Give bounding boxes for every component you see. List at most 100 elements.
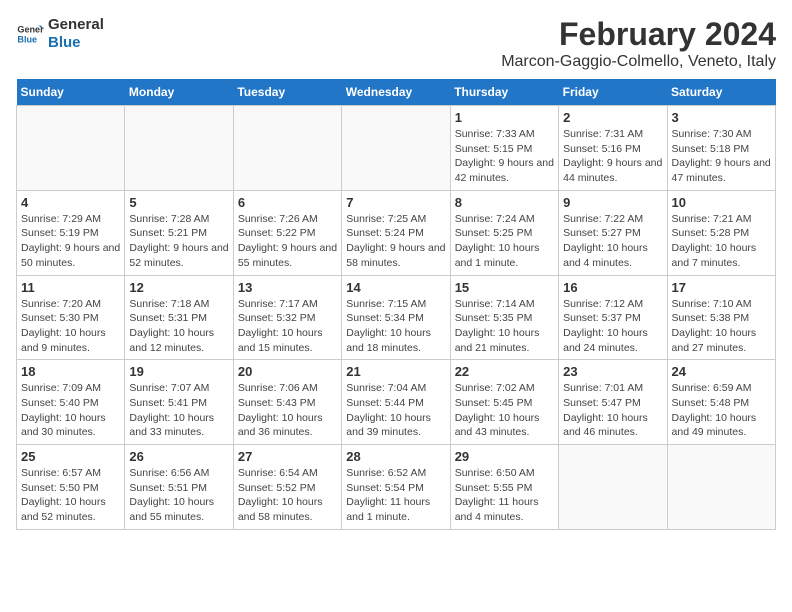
day-number: 3 bbox=[672, 110, 771, 125]
weekday-header-tuesday: Tuesday bbox=[233, 79, 341, 106]
calendar-cell: 23 Sunrise: 7:01 AM Sunset: 5:47 PM Dayli… bbox=[559, 360, 667, 445]
day-number: 24 bbox=[672, 364, 771, 379]
day-info: Sunrise: 7:24 AM Sunset: 5:25 PM Dayligh… bbox=[455, 212, 554, 271]
calendar-cell: 1 Sunrise: 7:33 AM Sunset: 5:15 PM Daylig… bbox=[450, 106, 558, 191]
calendar-cell: 28 Sunrise: 6:52 AM Sunset: 5:54 PM Dayli… bbox=[342, 445, 450, 530]
weekday-header-sunday: Sunday bbox=[17, 79, 125, 106]
day-info: Sunrise: 7:21 AM Sunset: 5:28 PM Dayligh… bbox=[672, 212, 771, 271]
logo-text-blue: Blue bbox=[48, 34, 104, 52]
day-number: 4 bbox=[21, 195, 120, 210]
calendar-cell: 25Sunrise: 6:57 AM Sunset: 5:50 PM Dayli… bbox=[17, 445, 125, 530]
day-info: Sunrise: 7:28 AM Sunset: 5:21 PM Dayligh… bbox=[129, 212, 228, 271]
day-info: Sunrise: 7:29 AM Sunset: 5:19 PM Dayligh… bbox=[21, 212, 120, 271]
day-number: 28 bbox=[346, 449, 445, 464]
day-number: 6 bbox=[238, 195, 337, 210]
weekday-header-friday: Friday bbox=[559, 79, 667, 106]
day-number: 11 bbox=[21, 280, 120, 295]
calendar-cell: 20 Sunrise: 7:06 AM Sunset: 5:43 PM Dayli… bbox=[233, 360, 341, 445]
week-row-3: 11Sunrise: 7:20 AM Sunset: 5:30 PM Dayli… bbox=[17, 275, 776, 360]
calendar-cell: 14 Sunrise: 7:15 AM Sunset: 5:34 PM Dayli… bbox=[342, 275, 450, 360]
calendar-cell: 21 Sunrise: 7:04 AM Sunset: 5:44 PM Dayli… bbox=[342, 360, 450, 445]
calendar-cell: 16 Sunrise: 7:12 AM Sunset: 5:37 PM Dayli… bbox=[559, 275, 667, 360]
day-info: Sunrise: 7:14 AM Sunset: 5:35 PM Dayligh… bbox=[455, 297, 554, 356]
subtitle: Marcon-Gaggio-Colmello, Veneto, Italy bbox=[501, 53, 776, 71]
week-row-1: 1 Sunrise: 7:33 AM Sunset: 5:15 PM Daylig… bbox=[17, 106, 776, 191]
calendar-cell bbox=[17, 106, 125, 191]
svg-text:Blue: Blue bbox=[17, 34, 37, 44]
day-number: 2 bbox=[563, 110, 662, 125]
calendar-cell: 7 Sunrise: 7:25 AM Sunset: 5:24 PM Daylig… bbox=[342, 190, 450, 275]
logo-icon: General Blue bbox=[16, 20, 44, 48]
day-number: 9 bbox=[563, 195, 662, 210]
day-number: 19 bbox=[129, 364, 228, 379]
day-number: 5 bbox=[129, 195, 228, 210]
weekday-header-wednesday: Wednesday bbox=[342, 79, 450, 106]
calendar-cell: 17Sunrise: 7:10 AM Sunset: 5:38 PM Dayli… bbox=[667, 275, 775, 360]
day-number: 23 bbox=[563, 364, 662, 379]
calendar-cell bbox=[667, 445, 775, 530]
day-info: Sunrise: 7:09 AM Sunset: 5:40 PM Dayligh… bbox=[21, 381, 120, 440]
calendar-cell: 12 Sunrise: 7:18 AM Sunset: 5:31 PM Dayli… bbox=[125, 275, 233, 360]
day-info: Sunrise: 6:52 AM Sunset: 5:54 PM Dayligh… bbox=[346, 466, 445, 525]
day-info: Sunrise: 7:04 AM Sunset: 5:44 PM Dayligh… bbox=[346, 381, 445, 440]
calendar-cell: 26Sunrise: 6:56 AM Sunset: 5:51 PM Dayli… bbox=[125, 445, 233, 530]
calendar-cell: 22 Sunrise: 7:02 AM Sunset: 5:45 PM Dayli… bbox=[450, 360, 558, 445]
day-info: Sunrise: 7:18 AM Sunset: 5:31 PM Dayligh… bbox=[129, 297, 228, 356]
weekday-header-row: SundayMondayTuesdayWednesdayThursdayFrid… bbox=[17, 79, 776, 106]
day-info: Sunrise: 7:15 AM Sunset: 5:34 PM Dayligh… bbox=[346, 297, 445, 356]
calendar-cell: 2Sunrise: 7:31 AM Sunset: 5:16 PM Daylig… bbox=[559, 106, 667, 191]
calendar-table: SundayMondayTuesdayWednesdayThursdayFrid… bbox=[16, 79, 776, 530]
calendar-cell: 18 Sunrise: 7:09 AM Sunset: 5:40 PM Dayli… bbox=[17, 360, 125, 445]
day-number: 21 bbox=[346, 364, 445, 379]
weekday-header-monday: Monday bbox=[125, 79, 233, 106]
day-number: 27 bbox=[238, 449, 337, 464]
day-number: 22 bbox=[455, 364, 554, 379]
calendar-cell: 8 Sunrise: 7:24 AM Sunset: 5:25 PM Daylig… bbox=[450, 190, 558, 275]
day-number: 14 bbox=[346, 280, 445, 295]
day-info: Sunrise: 6:59 AM Sunset: 5:48 PM Dayligh… bbox=[672, 381, 771, 440]
day-info: Sunrise: 6:54 AM Sunset: 5:52 PM Dayligh… bbox=[238, 466, 337, 525]
day-number: 18 bbox=[21, 364, 120, 379]
day-number: 29 bbox=[455, 449, 554, 464]
calendar-cell: 15Sunrise: 7:14 AM Sunset: 5:35 PM Dayli… bbox=[450, 275, 558, 360]
day-number: 16 bbox=[563, 280, 662, 295]
day-info: Sunrise: 7:22 AM Sunset: 5:27 PM Dayligh… bbox=[563, 212, 662, 271]
day-number: 7 bbox=[346, 195, 445, 210]
calendar-cell bbox=[342, 106, 450, 191]
calendar-cell: 5 Sunrise: 7:28 AM Sunset: 5:21 PM Daylig… bbox=[125, 190, 233, 275]
week-row-5: 25Sunrise: 6:57 AM Sunset: 5:50 PM Dayli… bbox=[17, 445, 776, 530]
day-number: 8 bbox=[455, 195, 554, 210]
day-info: Sunrise: 7:12 AM Sunset: 5:37 PM Dayligh… bbox=[563, 297, 662, 356]
day-info: Sunrise: 7:30 AM Sunset: 5:18 PM Dayligh… bbox=[672, 127, 771, 186]
day-number: 10 bbox=[672, 195, 771, 210]
day-number: 20 bbox=[238, 364, 337, 379]
day-info: Sunrise: 7:33 AM Sunset: 5:15 PM Dayligh… bbox=[455, 127, 554, 186]
day-info: Sunrise: 7:10 AM Sunset: 5:38 PM Dayligh… bbox=[672, 297, 771, 356]
day-info: Sunrise: 7:07 AM Sunset: 5:41 PM Dayligh… bbox=[129, 381, 228, 440]
main-title: February 2024 bbox=[501, 16, 776, 53]
calendar-cell bbox=[125, 106, 233, 191]
day-info: Sunrise: 7:01 AM Sunset: 5:47 PM Dayligh… bbox=[563, 381, 662, 440]
title-area: February 2024 Marcon-Gaggio-Colmello, Ve… bbox=[501, 16, 776, 71]
day-info: Sunrise: 6:50 AM Sunset: 5:55 PM Dayligh… bbox=[455, 466, 554, 525]
day-number: 1 bbox=[455, 110, 554, 125]
day-info: Sunrise: 6:57 AM Sunset: 5:50 PM Dayligh… bbox=[21, 466, 120, 525]
calendar-cell: 27 Sunrise: 6:54 AM Sunset: 5:52 PM Dayli… bbox=[233, 445, 341, 530]
week-row-4: 18 Sunrise: 7:09 AM Sunset: 5:40 PM Dayli… bbox=[17, 360, 776, 445]
day-info: Sunrise: 7:25 AM Sunset: 5:24 PM Dayligh… bbox=[346, 212, 445, 271]
day-info: Sunrise: 7:06 AM Sunset: 5:43 PM Dayligh… bbox=[238, 381, 337, 440]
calendar-cell bbox=[559, 445, 667, 530]
day-info: Sunrise: 7:17 AM Sunset: 5:32 PM Dayligh… bbox=[238, 297, 337, 356]
header: General Blue General Blue February 2024 … bbox=[16, 16, 776, 71]
day-info: Sunrise: 7:02 AM Sunset: 5:45 PM Dayligh… bbox=[455, 381, 554, 440]
calendar-cell: 11Sunrise: 7:20 AM Sunset: 5:30 PM Dayli… bbox=[17, 275, 125, 360]
calendar-cell: 3 Sunrise: 7:30 AM Sunset: 5:18 PM Daylig… bbox=[667, 106, 775, 191]
day-number: 13 bbox=[238, 280, 337, 295]
calendar-cell bbox=[233, 106, 341, 191]
calendar-cell: 10 Sunrise: 7:21 AM Sunset: 5:28 PM Dayli… bbox=[667, 190, 775, 275]
calendar-cell: 19 Sunrise: 7:07 AM Sunset: 5:41 PM Dayli… bbox=[125, 360, 233, 445]
calendar-cell: 6 Sunrise: 7:26 AM Sunset: 5:22 PM Daylig… bbox=[233, 190, 341, 275]
day-number: 12 bbox=[129, 280, 228, 295]
day-info: Sunrise: 7:26 AM Sunset: 5:22 PM Dayligh… bbox=[238, 212, 337, 271]
calendar-cell: 4 Sunrise: 7:29 AM Sunset: 5:19 PM Daylig… bbox=[17, 190, 125, 275]
